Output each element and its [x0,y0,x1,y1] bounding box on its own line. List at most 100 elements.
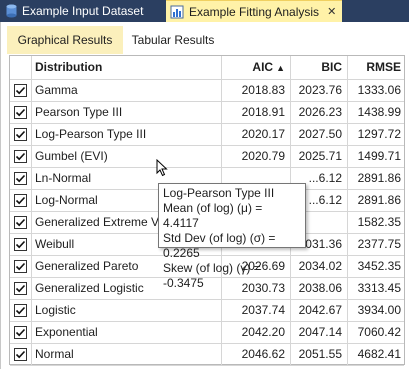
distribution-name-cell: Pearson Type III [32,102,222,123]
include-checkbox[interactable] [14,172,27,185]
rmse-cell: 3313.45 [357,281,401,295]
rmse-cell: 4682.41 [357,347,401,361]
rmse-cell: 2891.86 [357,171,401,185]
row-checkbox-cell [10,256,32,277]
tooltip-title: Log-Pearson Type III [163,186,275,200]
table-row[interactable]: Gumbel (EVI) 2020.79 2025.71 1499.71 [10,146,404,168]
distribution-name-cell: Gumbel (EVI) [32,146,222,167]
checkmark-icon [15,108,26,117]
row-checkbox-cell [10,146,32,167]
tooltip-std-dev: Std Dev (of log) (σ) = 0.2265 [163,231,276,260]
include-checkbox[interactable] [14,128,27,141]
bar-chart-icon [170,5,184,19]
include-checkbox[interactable] [14,150,27,163]
database-icon [6,4,17,18]
checkmark-icon [15,174,26,183]
aic-cell: 2046.62 [222,344,291,365]
document-tab-bar: Example Input Dataset Example Fitting An… [0,0,409,22]
checkmark-icon [15,86,26,95]
table-row[interactable]: Log-Pearson Type III 2020.17 2027.50 1297.7… [10,124,404,146]
row-checkbox-cell [10,212,32,233]
table-row[interactable]: Pearson Type III 2018.91 2026.23 1438.99 [10,102,404,124]
checkmark-icon [15,196,26,205]
view-tab-strip: Graphical Results Tabular Results [1,22,409,55]
table-header-row: Distribution AIC ▲ BIC RMSE [10,56,404,80]
aic-cell: 2042.20 [222,322,291,343]
column-header-rmse[interactable]: RMSE [348,56,404,79]
rmse-cell: 1297.72 [357,127,401,141]
row-checkbox-cell [10,190,32,211]
rmse-cell: 3452.35 [357,259,401,273]
tab-label: Example Input Dataset [22,4,144,18]
checkmark-icon [15,284,26,293]
row-checkbox-cell [10,322,32,343]
aic-cell: 2037.74 [222,300,291,321]
rmse-cell: 1582.35 [357,215,401,229]
include-checkbox[interactable] [14,106,27,119]
tab-graphical-results[interactable]: Graphical Results [7,26,123,54]
rmse-cell: 1499.71 [357,149,401,163]
tab-tabular-results[interactable]: Tabular Results [123,26,223,54]
column-header-distribution[interactable]: Distribution [32,56,222,79]
checkmark-icon [15,130,26,139]
checkmark-icon [15,262,26,271]
row-checkbox-cell [10,234,32,255]
checkmark-icon [15,152,26,161]
include-checkbox[interactable] [14,194,27,207]
rmse-cell: 2891.86 [357,193,401,207]
close-icon[interactable]: ✕ [327,5,336,18]
checkmark-icon [15,328,26,337]
distribution-tooltip: Log-Pearson Type III Mean (of log) (μ) =… [158,183,306,290]
checkmark-icon [15,306,26,315]
mouse-pointer-icon [156,158,168,180]
bic-cell: 2047.14 [291,322,348,343]
aic-cell: 2020.17 [222,124,291,145]
include-checkbox[interactable] [14,84,27,97]
bic-cell: 2042.67 [291,300,348,321]
header-checkbox-column [10,56,32,79]
bic-cell: 2027.50 [291,124,348,145]
bic-cell: 2026.23 [291,102,348,123]
row-checkbox-cell [10,168,32,189]
row-checkbox-cell [10,102,32,123]
include-checkbox[interactable] [14,260,27,273]
row-checkbox-cell [10,344,32,365]
bic-cell: 2023.76 [291,80,348,101]
tooltip-mean: Mean (of log) (μ) = 4.4117 [163,201,263,230]
table-row[interactable]: Logistic 2037.74 2042.67 3934.00 [10,300,404,322]
include-checkbox[interactable] [14,304,27,317]
include-checkbox[interactable] [14,216,27,229]
bic-cell: 2051.55 [291,344,348,365]
row-checkbox-cell [10,300,32,321]
include-checkbox[interactable] [14,238,27,251]
rmse-cell: 1333.06 [357,83,401,97]
tab-example-input-dataset[interactable]: Example Input Dataset [0,0,162,22]
main-panel: Graphical Results Tabular Results Distri… [0,22,409,369]
tooltip-skew: Skew (of log) (γ) = -0.3475 [163,261,261,290]
rmse-cell: 1438.99 [357,105,401,119]
include-checkbox[interactable] [14,282,27,295]
row-checkbox-cell [10,80,32,101]
table-row[interactable]: Exponential 2042.20 2047.14 7060.42 [10,322,404,344]
column-header-aic[interactable]: AIC ▲ [222,56,291,79]
bic-cell: 2025.71 [291,146,348,167]
checkmark-icon [15,218,26,227]
include-checkbox[interactable] [14,348,27,361]
sort-ascending-icon: ▲ [276,63,285,73]
table-row[interactable]: Normal 2046.62 2051.55 4682.41 [10,344,404,366]
row-checkbox-cell [10,278,32,299]
tab-example-fitting-analysis[interactable]: Example Fitting Analysis ✕ [166,0,342,22]
column-header-bic[interactable]: BIC [291,56,348,79]
row-checkbox-cell [10,124,32,145]
rmse-cell: 3934.00 [357,303,401,317]
rmse-cell: 7060.42 [357,325,401,339]
tab-label: Example Fitting Analysis [189,4,320,19]
checkmark-icon [15,350,26,359]
distribution-name-cell: Normal [32,344,222,365]
distribution-name-cell: Logistic [32,300,222,321]
include-checkbox[interactable] [14,326,27,339]
table-row[interactable]: Gamma 2018.83 2023.76 1333.06 [10,80,404,102]
checkmark-icon [15,240,26,249]
distribution-name-cell: Gamma [32,80,222,101]
rmse-cell: 2377.75 [357,237,401,251]
